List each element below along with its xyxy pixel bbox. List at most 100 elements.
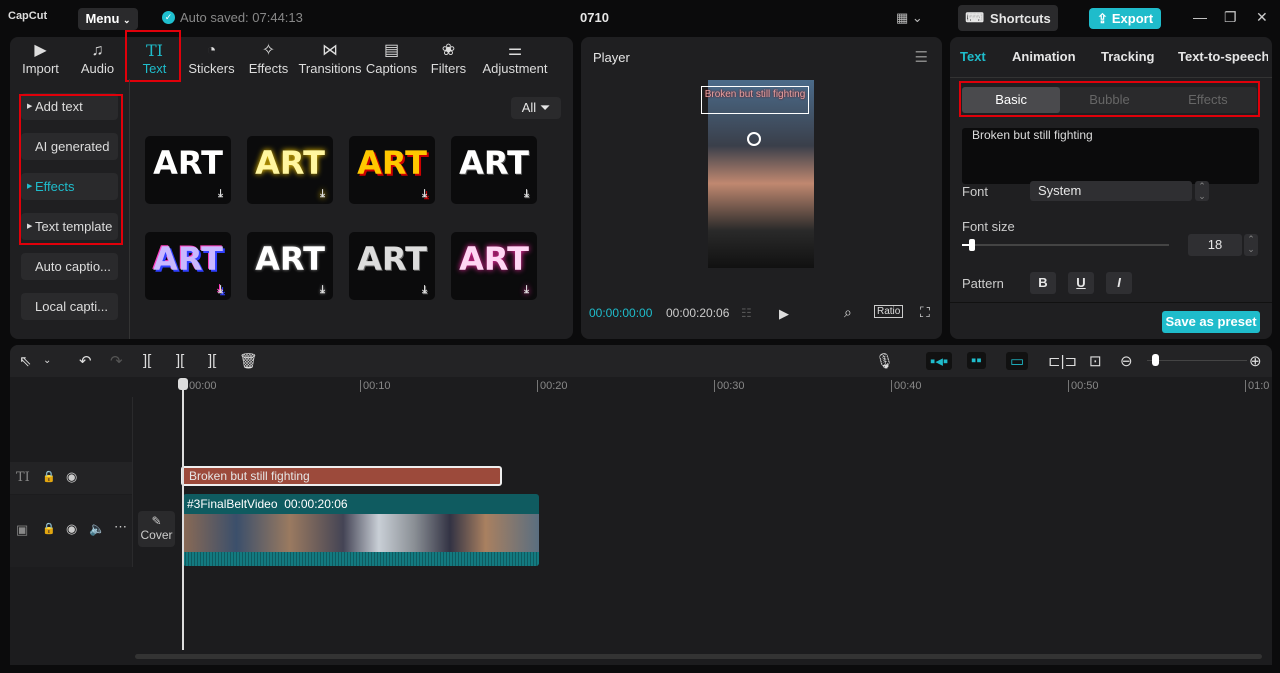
- ratio-button[interactable]: Ratio: [874, 305, 904, 318]
- zoom-out-icon[interactable]: ⊖: [1120, 352, 1133, 370]
- font-stepper-icon[interactable]: ⌃ ⌄: [1195, 181, 1209, 201]
- zoom-fit-icon[interactable]: ⌕: [844, 304, 852, 321]
- zoom-in-icon[interactable]: ⊕: [1249, 352, 1262, 370]
- export-button[interactable]: ⇪ Export: [1089, 8, 1161, 29]
- fullscreen-icon[interactable]: ⛶: [920, 304, 930, 321]
- split-right-icon[interactable]: ][: [208, 352, 216, 369]
- eye-icon[interactable]: ◉: [66, 521, 77, 537]
- tab-captions[interactable]: ▤ Captions: [363, 37, 420, 79]
- sidebar-item-auto-captions[interactable]: Auto captio...: [21, 253, 118, 280]
- font-size-slider[interactable]: [962, 239, 1169, 251]
- lock-icon[interactable]: 🔒: [42, 470, 56, 483]
- tab-import[interactable]: ▶ Import: [12, 37, 69, 79]
- autosave-status: ✓ Auto saved: 07:44:13: [162, 10, 303, 25]
- restore-icon[interactable]: ❐: [1224, 9, 1237, 26]
- media-panel: ▶ Import ♫ Audio TI Text ◔ Stickers ✧ Effects…: [10, 30, 573, 339]
- filter-all-button[interactable]: All ⏷: [511, 97, 561, 119]
- timeline-panel: ⇖ ⌄ ↶ ↷ ][ ][ ][ 🗑 🎙 ▪◂▪ ▪▪ ▭ ⊏|⊐ ⊡ ⊖ ⊕ …: [10, 345, 1272, 665]
- playhead-handle[interactable]: [178, 378, 188, 390]
- export-label: Export: [1111, 11, 1154, 26]
- zoom-timeline-icon[interactable]: ⊡: [1089, 352, 1102, 370]
- art-preset-card[interactable]: ART ⤓: [145, 136, 231, 204]
- art-label: ART: [357, 144, 427, 182]
- shortcuts-button[interactable]: ⌨ Shortcuts: [958, 5, 1058, 31]
- font-size-input[interactable]: 18: [1188, 234, 1242, 256]
- download-icon: ⤓: [320, 283, 325, 296]
- timeline-ruler[interactable]: 00:00 00:10 00:20 00:30 00:40 00:50 01:0: [182, 377, 1272, 397]
- slider-handle[interactable]: [1152, 354, 1159, 366]
- project-title: 0710: [580, 10, 609, 25]
- sidebar-item-local-captions[interactable]: Local capti...: [21, 293, 118, 320]
- tab-tracking[interactable]: Tracking: [1101, 49, 1154, 64]
- video-clip[interactable]: #3FinalBeltVideo 00:00:20:06: [183, 494, 539, 566]
- tab-text[interactable]: Text: [960, 49, 986, 64]
- art-label: ART: [459, 144, 529, 182]
- tab-text-to-speech[interactable]: Text-to-speech: [1178, 49, 1268, 64]
- save-as-preset-button[interactable]: Save as preset: [1162, 311, 1260, 333]
- tab-transitions[interactable]: ⋈ Transitions: [297, 37, 363, 79]
- art-preset-card[interactable]: ART ⤓: [451, 136, 537, 204]
- lock-icon[interactable]: 🔒: [42, 522, 56, 535]
- art-preset-card[interactable]: ART ⤓: [451, 232, 537, 300]
- divider: [132, 397, 133, 567]
- playhead[interactable]: [182, 380, 184, 650]
- redo-icon[interactable]: ↷: [110, 352, 123, 370]
- media-tabs: ▶ Import ♫ Audio TI Text ◔ Stickers ✧ Effects…: [10, 37, 573, 79]
- text-input[interactable]: Broken but still fighting: [962, 128, 1259, 184]
- tab-audio[interactable]: ♫ Audio: [69, 37, 126, 79]
- art-preset-card[interactable]: ART ⤓: [349, 232, 435, 300]
- underline-button[interactable]: U: [1068, 272, 1094, 294]
- undo-icon[interactable]: ↶: [79, 352, 92, 370]
- menu-icon[interactable]: ☰: [915, 48, 928, 66]
- download-icon: ⤓: [422, 187, 427, 200]
- preview-axis-icon[interactable]: ⊏|⊐: [1048, 352, 1077, 370]
- waveform-icon[interactable]: ☷: [741, 306, 752, 320]
- current-time: 00:00:00:00: [589, 306, 653, 320]
- art-preset-card[interactable]: ART ⤓: [349, 136, 435, 204]
- layout-icon[interactable]: ▦ ⌄: [896, 10, 923, 26]
- italic-button[interactable]: I: [1106, 272, 1132, 294]
- tab-effects[interactable]: ✧ Effects: [240, 37, 297, 79]
- magnet-icon[interactable]: ▪◂▪: [926, 352, 953, 370]
- more-icon[interactable]: ⋯: [114, 519, 127, 535]
- caption-overlay[interactable]: Broken but still fighting: [701, 86, 809, 114]
- pattern-label: Pattern: [962, 276, 1004, 291]
- chevron-down-icon[interactable]: ⌄: [43, 355, 51, 366]
- tab-filters[interactable]: ❀ Filters: [420, 37, 477, 79]
- font-size-stepper-icon[interactable]: ⌃ ⌄: [1244, 234, 1258, 256]
- link-icon[interactable]: ▭: [1006, 352, 1029, 370]
- chevron-down-icon: ⌄: [123, 15, 131, 25]
- font-select[interactable]: System: [1030, 181, 1192, 201]
- delete-icon[interactable]: 🗑: [239, 352, 258, 370]
- speaker-icon[interactable]: 🔈: [89, 521, 105, 537]
- slider-handle[interactable]: [969, 239, 976, 251]
- tab-label: Adjustment: [482, 61, 548, 76]
- tab-label: Audio: [80, 61, 115, 76]
- text-track-icon: TI: [16, 470, 30, 485]
- timeline-zoom-slider[interactable]: [1147, 354, 1247, 366]
- menu-button[interactable]: Menu ⌄: [78, 8, 138, 30]
- text-clip[interactable]: Broken but still fighting: [181, 466, 502, 486]
- rotate-handle-icon[interactable]: [747, 132, 761, 146]
- art-preset-card[interactable]: ART ⤓: [247, 232, 333, 300]
- close-icon[interactable]: ✕: [1256, 9, 1268, 26]
- cover-button[interactable]: ✎ Cover: [138, 511, 175, 547]
- auto-snap-icon[interactable]: ▪▪: [967, 352, 986, 369]
- horizontal-scrollbar[interactable]: [135, 654, 1262, 659]
- split-left-icon[interactable]: ][: [176, 352, 184, 369]
- art-preset-card[interactable]: ART ⤓: [145, 232, 231, 300]
- tab-adjustment[interactable]: ⚌ Adjustment: [477, 37, 553, 79]
- sidebar-label: Local capti...: [35, 299, 108, 314]
- split-icon[interactable]: ][: [143, 352, 151, 369]
- select-tool-icon[interactable]: ⇖: [19, 352, 32, 370]
- microphone-icon[interactable]: 🎙: [875, 352, 894, 370]
- bold-button[interactable]: B: [1030, 272, 1056, 294]
- tab-animation[interactable]: Animation: [1012, 49, 1076, 64]
- eye-icon[interactable]: ◉: [66, 469, 77, 485]
- minimize-icon[interactable]: —: [1193, 9, 1207, 25]
- art-preset-card[interactable]: ART ⤓: [247, 136, 333, 204]
- tab-stickers[interactable]: ◔ Stickers: [183, 37, 240, 79]
- tab-label: Captions: [365, 61, 418, 76]
- play-icon[interactable]: ▶: [779, 306, 789, 322]
- tab-label: Effects: [248, 61, 289, 76]
